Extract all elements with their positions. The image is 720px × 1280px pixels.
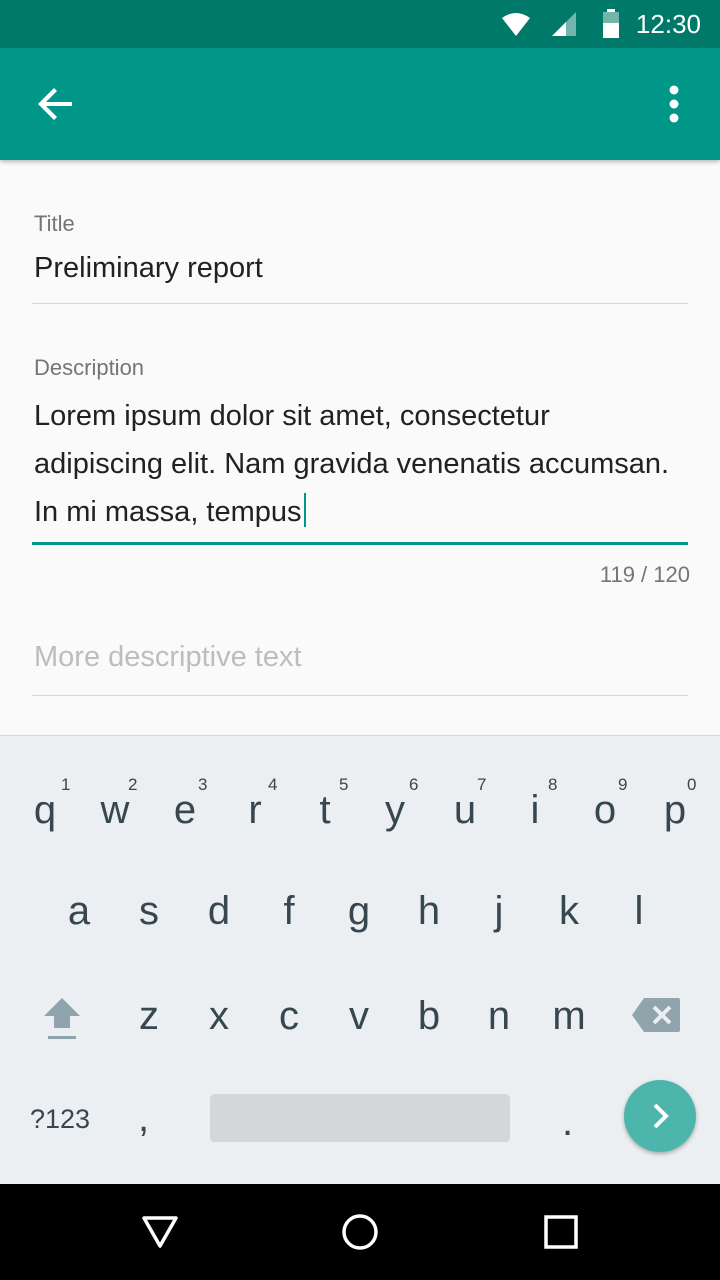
key-hint: 3 (198, 775, 208, 794)
key-x[interactable]: x (184, 994, 254, 1039)
key-label: m (552, 994, 586, 1038)
shift-key[interactable] (42, 994, 82, 1042)
key-z[interactable]: z (114, 994, 184, 1039)
recents-square-icon[interactable] (541, 1212, 581, 1252)
signal-icon (552, 12, 576, 36)
comma-key[interactable]: , (138, 1096, 149, 1141)
key-hint: 8 (548, 775, 558, 794)
backspace-key[interactable] (630, 996, 682, 1034)
key-hint: 9 (618, 775, 628, 794)
back-triangle-icon[interactable] (140, 1212, 180, 1252)
key-d[interactable]: d (184, 889, 254, 934)
key-label: b (417, 994, 441, 1038)
key-label: p (663, 788, 687, 832)
more-text-divider (32, 695, 688, 696)
key-label: c (279, 994, 299, 1038)
key-hint: 0 (687, 775, 697, 794)
space-key[interactable] (210, 1094, 510, 1142)
key-y[interactable]: y (360, 788, 430, 833)
battery-icon (603, 9, 619, 38)
key-label: t (319, 788, 331, 832)
key-c[interactable]: c (254, 994, 324, 1039)
key-label: q (33, 788, 57, 832)
key-hint: 6 (409, 775, 419, 794)
app-bar (0, 48, 720, 160)
key-label: j (494, 889, 504, 933)
key-label: i (530, 788, 540, 832)
key-label: k (559, 889, 579, 933)
key-k[interactable]: k (534, 889, 604, 934)
key-b[interactable]: b (394, 994, 464, 1039)
key-a[interactable]: a (44, 889, 114, 934)
title-field[interactable]: Preliminary report (34, 252, 263, 285)
chevron-right-icon (653, 1103, 669, 1129)
key-u[interactable]: u (430, 788, 500, 833)
key-j[interactable]: j (464, 889, 534, 934)
key-label: d (207, 889, 231, 933)
symbols-key[interactable]: ?123 (30, 1104, 90, 1135)
key-label: h (417, 889, 441, 933)
title-divider (32, 303, 688, 304)
key-label: g (347, 889, 371, 933)
key-r[interactable]: r (220, 788, 290, 833)
more-text-field[interactable]: More descriptive text (34, 641, 302, 674)
key-label: z (139, 994, 159, 1038)
text-cursor (303, 493, 306, 527)
key-hint: 7 (477, 775, 487, 794)
period-key[interactable]: . (562, 1100, 573, 1145)
description-value: Lorem ipsum dolor sit amet, consectetur … (34, 400, 670, 528)
key-t[interactable]: t (290, 788, 360, 833)
key-label: n (487, 994, 511, 1038)
key-n[interactable]: n (464, 994, 534, 1039)
key-label: x (209, 994, 229, 1038)
key-hint: 5 (339, 775, 349, 794)
arrow-back-icon[interactable] (32, 80, 80, 128)
key-hint: 1 (61, 775, 71, 794)
status-bar: 12:30 (0, 0, 720, 48)
status-time: 12:30 (635, 9, 701, 39)
key-w[interactable]: w (80, 788, 150, 833)
key-i[interactable]: i (500, 788, 570, 833)
description-field[interactable]: Lorem ipsum dolor sit amet, consectetur … (34, 392, 674, 536)
key-label: a (67, 889, 91, 933)
key-s[interactable]: s (114, 889, 184, 934)
character-counter: 119 / 120 (599, 562, 690, 587)
next-key[interactable] (624, 1080, 696, 1152)
key-label: l (634, 889, 644, 933)
key-label: w (100, 788, 130, 832)
key-e[interactable]: e (150, 788, 220, 833)
key-m[interactable]: m (534, 994, 604, 1039)
title-label: Title (34, 211, 75, 236)
key-p[interactable]: p (640, 788, 710, 833)
description-underline-active (32, 542, 688, 545)
key-label: o (593, 788, 617, 832)
description-label: Description (34, 355, 145, 380)
soft-keyboard: q 1 w 2 e 3 r 4 t 5 y 6 u 7 i 8 o 9 p 0 … (0, 735, 720, 1185)
key-label: y (385, 788, 405, 832)
key-l[interactable]: l (604, 889, 674, 934)
key-h[interactable]: h (394, 889, 464, 934)
key-label: f (283, 889, 295, 933)
key-label: s (139, 889, 159, 933)
key-o[interactable]: o (570, 788, 640, 833)
key-label: u (453, 788, 477, 832)
key-g[interactable]: g (324, 889, 394, 934)
more-vert-icon[interactable] (656, 84, 692, 124)
key-label: r (248, 788, 262, 832)
key-v[interactable]: v (324, 994, 394, 1039)
home-circle-icon[interactable] (340, 1212, 380, 1252)
key-hint: 2 (128, 775, 138, 794)
key-f[interactable]: f (254, 889, 324, 934)
wifi-icon (502, 13, 530, 36)
key-label: v (349, 994, 369, 1038)
key-hint: 4 (268, 775, 278, 794)
key-label: e (173, 788, 197, 832)
navigation-bar (0, 1184, 720, 1280)
